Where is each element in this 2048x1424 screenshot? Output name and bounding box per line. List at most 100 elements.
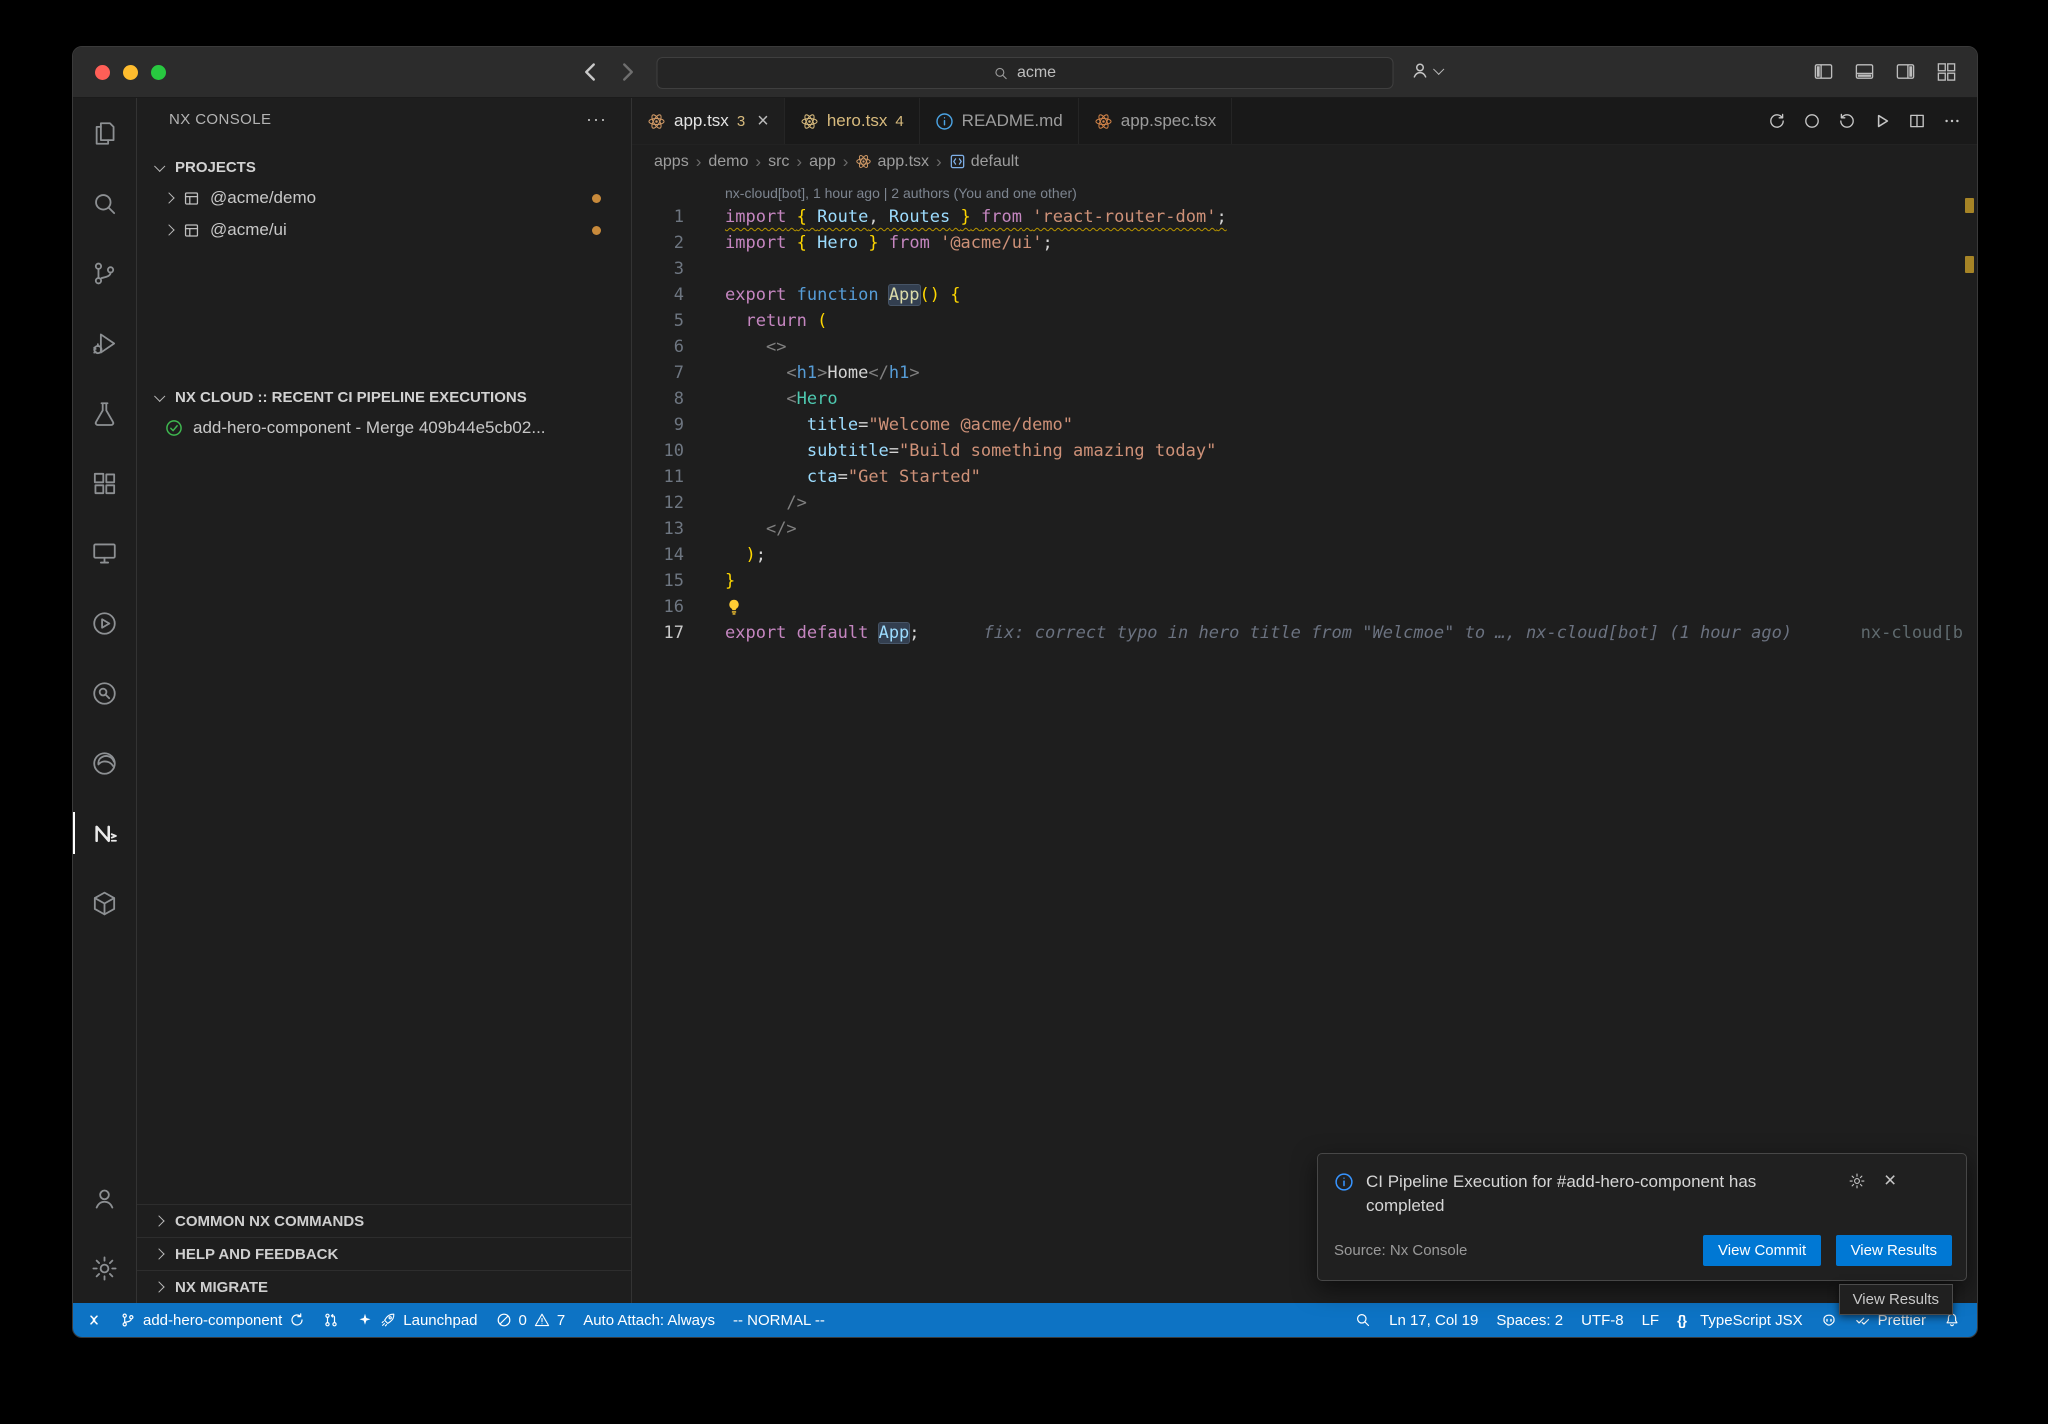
sidebar-more-actions-icon[interactable]: ···	[586, 109, 607, 130]
project-item[interactable]: @acme/demo	[137, 182, 631, 214]
tab-hero.tsx[interactable]: hero.tsx4	[785, 98, 920, 144]
line-number: 6	[632, 334, 684, 360]
minimize-window-button[interactable]	[123, 65, 138, 80]
project-name: @acme/ui	[210, 220, 287, 240]
tab-app.spec.tsx[interactable]: app.spec.tsx	[1079, 98, 1232, 144]
activity-item-search-circle[interactable]	[73, 658, 136, 728]
navigate-forward-icon[interactable]	[1838, 112, 1856, 130]
pull-request-item[interactable]	[314, 1303, 348, 1337]
vim-mode-item[interactable]: -- NORMAL --	[724, 1303, 834, 1337]
activity-item-nx[interactable]	[73, 798, 136, 868]
code-area[interactable]: nx-cloud[bot], 1 hour ago | 2 authors (Y…	[632, 178, 1977, 1303]
problems-item[interactable]: 07	[487, 1303, 575, 1337]
indentation-item[interactable]: Spaces: 2	[1487, 1303, 1572, 1337]
cursor-position-item[interactable]: Ln 17, Col 19	[1380, 1303, 1487, 1337]
maximize-window-button[interactable]	[151, 65, 166, 80]
sidebar-section-help-and-feedback[interactable]: HELP AND FEEDBACK	[137, 1237, 631, 1270]
breadcrumb-item[interactable]: demo	[708, 153, 748, 171]
activity-item-account[interactable]	[73, 1163, 136, 1233]
account-menu-button[interactable]	[1410, 60, 1442, 80]
tab-app.tsx[interactable]: app.tsx3×	[632, 98, 785, 144]
pipeline-execution-item[interactable]: add-hero-component - Merge 409b44e5cb02.…	[137, 412, 631, 444]
notification-settings-icon[interactable]	[1848, 1172, 1866, 1190]
code-line[interactable]: 17export default App;fix: correct typo i…	[632, 620, 1977, 646]
activity-item-settings[interactable]	[73, 1233, 136, 1303]
activity-item-play-circle[interactable]	[73, 588, 136, 658]
search-circle-icon	[90, 679, 119, 708]
search-icon	[90, 189, 119, 218]
target-icon[interactable]	[1803, 112, 1821, 130]
run-icon[interactable]	[1873, 112, 1891, 130]
more-actions-icon[interactable]	[1943, 112, 1961, 130]
line-number: 12	[632, 490, 684, 516]
code-line[interactable]: 1import { Route, Routes } from 'react-ro…	[632, 204, 1977, 230]
code-line[interactable]: 14 );	[632, 542, 1977, 568]
git-branch-item[interactable]: add-hero-component	[111, 1303, 314, 1337]
code-line[interactable]: 12 />	[632, 490, 1977, 516]
navigate-back-button[interactable]	[578, 60, 602, 84]
remote-indicator[interactable]	[77, 1303, 111, 1337]
eol-item[interactable]: LF	[1633, 1303, 1669, 1337]
problem-badge: 3	[737, 113, 745, 130]
line-number: 16	[632, 594, 684, 620]
code-line[interactable]: 8 <Hero	[632, 386, 1977, 412]
breadcrumb-item[interactable]: default	[949, 153, 1019, 171]
toggle-panel-button[interactable]	[1854, 61, 1875, 82]
activity-item-remote-explorer[interactable]	[73, 518, 136, 588]
zoom-indicator[interactable]	[1346, 1303, 1380, 1337]
lightbulb-icon[interactable]	[725, 598, 743, 616]
activity-item-extensions[interactable]	[73, 448, 136, 518]
activity-item-testing[interactable]	[73, 378, 136, 448]
encoding-item[interactable]: UTF-8	[1572, 1303, 1633, 1337]
breadcrumb-item[interactable]: src	[768, 153, 789, 171]
workspace-name: acme	[1017, 64, 1056, 82]
code-line[interactable]: 16	[632, 594, 1977, 620]
activity-item-edge[interactable]	[73, 728, 136, 798]
notification-close-icon[interactable]: ×	[1884, 1170, 1896, 1191]
activity-item-run-debug[interactable]	[73, 308, 136, 378]
code-line[interactable]: 4export function App() {	[632, 282, 1977, 308]
activity-item-search[interactable]	[73, 168, 136, 238]
split-editor-icon[interactable]	[1908, 112, 1926, 130]
breadcrumb-item[interactable]: app	[809, 153, 836, 171]
sidebar-section-nx-migrate[interactable]: NX MIGRATE	[137, 1270, 631, 1303]
play-circle-icon	[90, 609, 119, 638]
toggle-secondary-sidebar-button[interactable]	[1895, 61, 1916, 82]
breadcrumb-item[interactable]: app.tsx	[855, 153, 929, 171]
code-line[interactable]: 10 subtitle="Build something amazing tod…	[632, 438, 1977, 464]
section-header-projects[interactable]: PROJECTS	[137, 152, 631, 182]
code-line[interactable]: 6 <>	[632, 334, 1977, 360]
chevron-right-icon	[153, 1281, 164, 1292]
code-line[interactable]: 3	[632, 256, 1977, 282]
section-header-nx-cloud[interactable]: NX CLOUD :: RECENT CI PIPELINE EXECUTION…	[137, 382, 631, 412]
code-line[interactable]: 5 return (	[632, 308, 1977, 334]
close-window-button[interactable]	[95, 65, 110, 80]
customize-layout-button[interactable]	[1936, 61, 1957, 82]
close-tab-icon[interactable]: ×	[757, 111, 769, 131]
project-item[interactable]: @acme/ui	[137, 214, 631, 246]
titlebar: acme	[73, 47, 1977, 98]
code-line[interactable]: 13 </>	[632, 516, 1977, 542]
view-commit-button[interactable]: View Commit	[1703, 1235, 1821, 1266]
breadcrumb-item[interactable]: apps	[654, 153, 689, 171]
code-line[interactable]: 11 cta="Get Started"	[632, 464, 1977, 490]
tab-README.md[interactable]: README.md	[920, 98, 1079, 144]
code-line[interactable]: 15}	[632, 568, 1977, 594]
activity-item-explorer[interactable]	[73, 98, 136, 168]
code-line[interactable]: 7 <h1>Home</h1>	[632, 360, 1977, 386]
sidebar-section-common-nx-commands[interactable]: COMMON NX COMMANDS	[137, 1204, 631, 1237]
toggle-primary-sidebar-button[interactable]	[1813, 61, 1834, 82]
code-line[interactable]: 2import { Hero } from '@acme/ui';	[632, 230, 1977, 256]
launchpad-item[interactable]: Launchpad	[348, 1303, 486, 1337]
command-center-search[interactable]: acme	[657, 57, 1394, 89]
activity-item-cube[interactable]	[73, 868, 136, 938]
tab-label: hero.tsx	[827, 111, 887, 131]
auto-attach-item[interactable]: Auto Attach: Always	[574, 1303, 724, 1337]
language-mode-item[interactable]: {}TypeScript JSX	[1668, 1303, 1812, 1337]
navigate-back-icon[interactable]	[1768, 112, 1786, 130]
navigate-forward-button[interactable]	[616, 60, 640, 84]
view-results-button[interactable]: View Results	[1836, 1235, 1952, 1266]
settings-icon	[90, 1254, 119, 1283]
activity-item-source-control[interactable]	[73, 238, 136, 308]
code-line[interactable]: 9 title="Welcome @acme/demo"	[632, 412, 1977, 438]
